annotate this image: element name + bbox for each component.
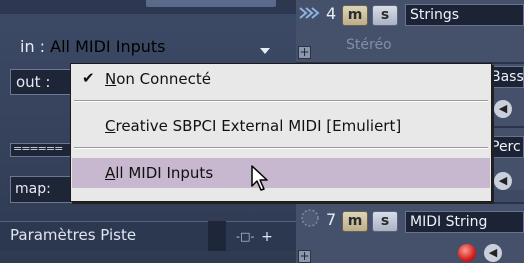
- inspector-top-tab[interactable]: [146, 0, 276, 7]
- speaker-icon[interactable]: ◀: [494, 100, 512, 118]
- record-enable-button[interactable]: [458, 244, 476, 262]
- menu-item-non-connecte[interactable]: ✔ Non Connecté: [72, 64, 490, 94]
- menu-item-all-midi-inputs[interactable]: All MIDI Inputs: [72, 158, 490, 188]
- mute-button[interactable]: m: [342, 211, 368, 232]
- menu-item-label: ll MIDI Inputs: [115, 164, 214, 182]
- drum-map-selector[interactable]: map:: [10, 176, 75, 203]
- solo-button[interactable]: s: [372, 211, 398, 232]
- expand-plus-icon[interactable]: +: [298, 46, 311, 59]
- check-icon: ✔: [82, 69, 95, 87]
- track-parameters-label: Paramètres Piste: [10, 226, 137, 244]
- channel-field-text: ======: [13, 143, 63, 155]
- mute-button[interactable]: m: [342, 5, 368, 26]
- speaker-icon[interactable]: ◀: [484, 244, 502, 262]
- expand-plus-icon[interactable]: +: [258, 228, 276, 246]
- track-name[interactable]: MIDI String: [405, 211, 524, 233]
- expand-plus-icon[interactable]: +: [298, 250, 311, 263]
- menu-item-mnemonic: N: [105, 70, 117, 88]
- menu-item-label: on Connecté: [116, 70, 211, 88]
- midi-track-icon: [299, 7, 320, 19]
- menu-item-mnemonic: C: [105, 117, 116, 135]
- track-output: Stéréo: [346, 37, 392, 53]
- track-number: 7: [326, 210, 337, 229]
- menu-separator: [74, 100, 488, 102]
- solo-button[interactable]: s: [372, 5, 398, 26]
- midi-input-value: All MIDI Inputs: [50, 37, 166, 56]
- speaker-icon[interactable]: ◀: [494, 172, 512, 190]
- midi-input-dropdown-menu: ✔ Non Connecté Creative SBPCI External M…: [70, 63, 492, 202]
- menu-item-creative-sbpci[interactable]: Creative SBPCI External MIDI [Emuliert]: [72, 111, 490, 141]
- mouse-pointer-icon: [251, 165, 268, 191]
- section-icon[interactable]: -□-: [236, 231, 254, 242]
- track-name[interactable]: Strings: [405, 4, 524, 26]
- midi-input-label: in :: [20, 37, 46, 56]
- drum-track-icon: [301, 209, 319, 227]
- midi-output-selector[interactable]: out :: [10, 69, 75, 95]
- menu-separator: [74, 147, 488, 149]
- chevron-down-icon: [260, 48, 270, 54]
- track-number: 4: [326, 4, 337, 23]
- channel-field[interactable]: ======: [10, 143, 75, 157]
- midi-input-selector[interactable]: in : All MIDI Inputs: [10, 37, 284, 64]
- midi-output-label: out :: [16, 73, 51, 91]
- menu-item-mnemonic: A: [105, 164, 116, 182]
- track-parameters-toggle[interactable]: [208, 221, 226, 251]
- menu-item-label: reative SBPCI External MIDI [Emuliert]: [115, 117, 402, 135]
- drum-map-label: map:: [15, 181, 51, 197]
